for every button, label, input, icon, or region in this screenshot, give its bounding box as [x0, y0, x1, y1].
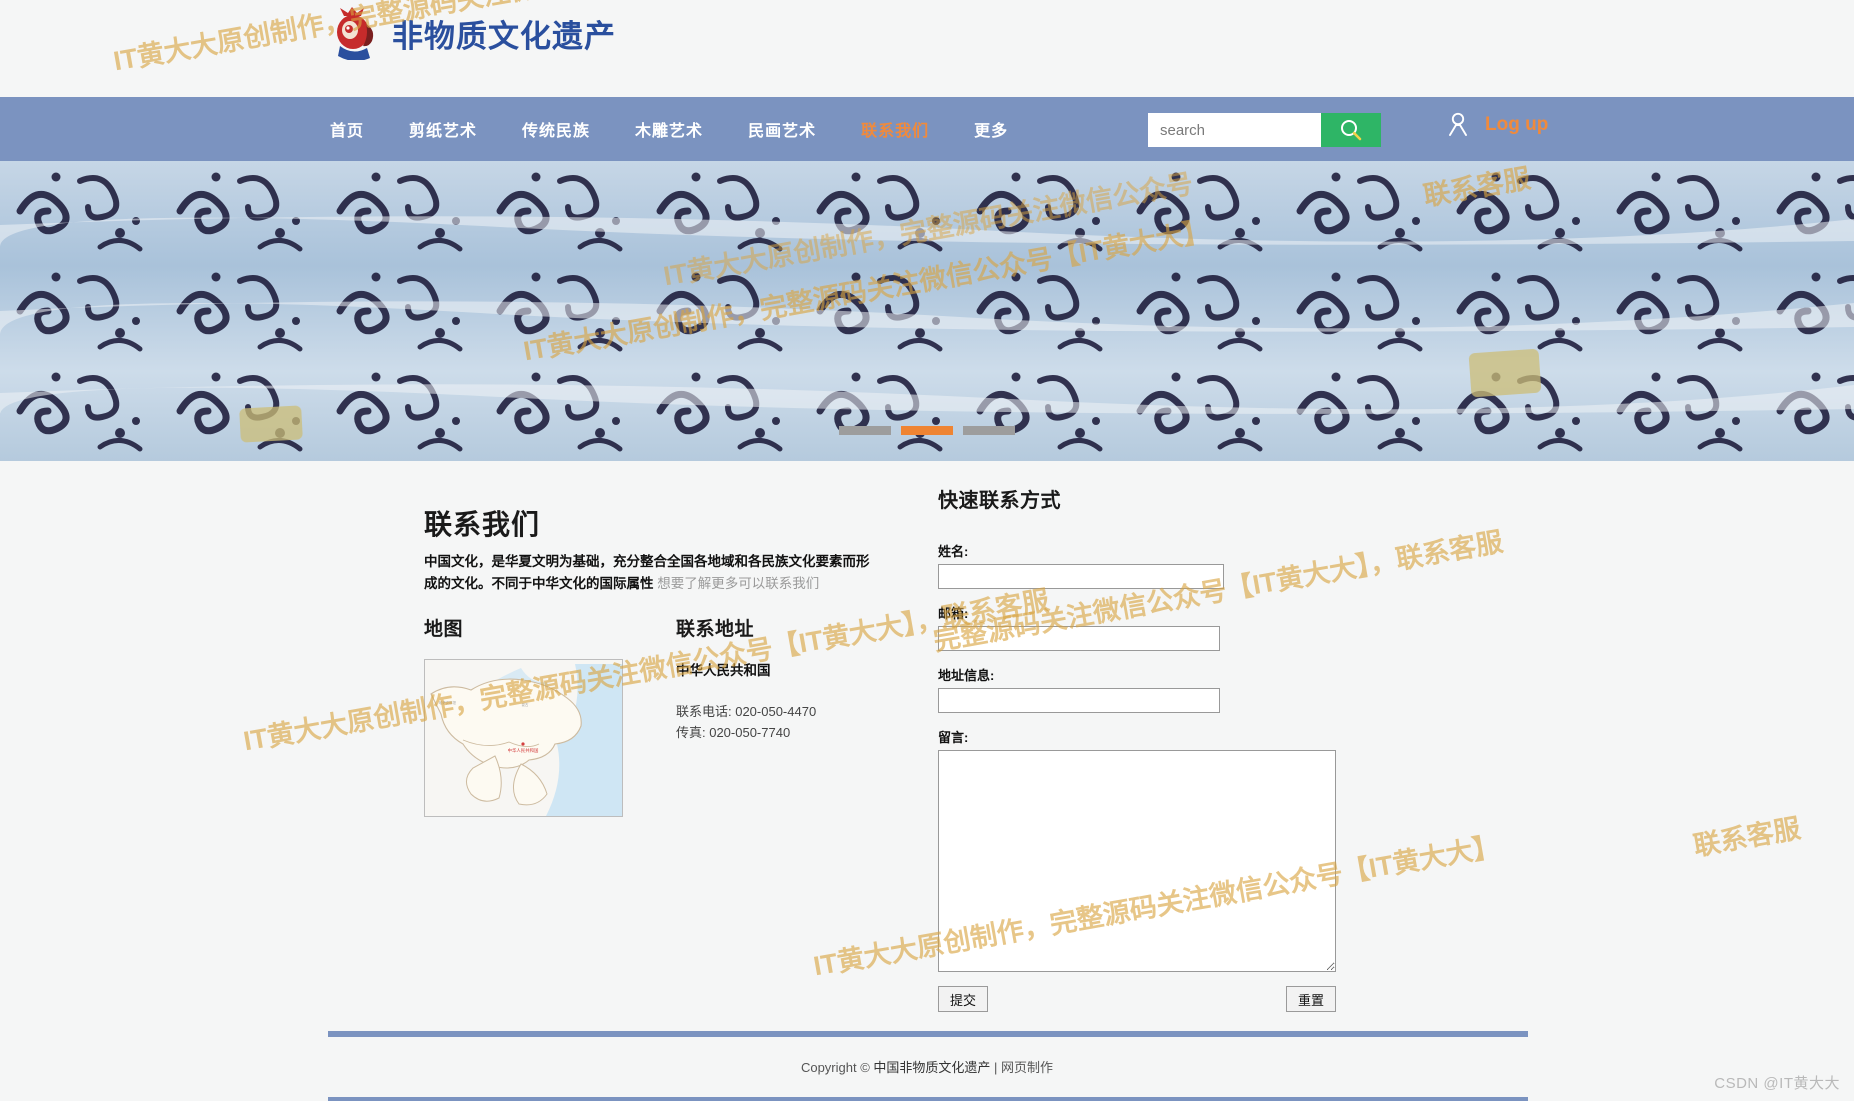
form-title: 快速联系方式 [938, 490, 1061, 512]
footer-copyright: Copyright © 中国非物质文化遗产 | 网页制作 [0, 1057, 1854, 1076]
nav-item-paper-cut[interactable]: 剪纸艺术 [409, 117, 477, 141]
account-area: Log up [1443, 110, 1548, 140]
email-input[interactable] [938, 626, 1220, 651]
hero-banner [0, 161, 1854, 461]
footer-credit-link[interactable]: 网页制作 [1001, 1060, 1053, 1075]
hero-batik-image [0, 161, 1854, 461]
svg-text:蒙古: 蒙古 [522, 702, 529, 707]
address-phone: 联系电话: 020-050-4470 [676, 704, 817, 719]
footer-divider-bottom [328, 1097, 1528, 1101]
address-section-title: 联系地址 [676, 619, 755, 640]
contact-form: 快速联系方式 姓名: 邮箱: 地址信息: 留言: 提交 重置 [938, 484, 1336, 1014]
intro-muted-text: 想要了解更多可以联系我们 [657, 575, 820, 591]
nav-item-folk-painting[interactable]: 民画艺术 [748, 117, 816, 141]
address-country: 中华人民共和国 [676, 663, 771, 678]
map-image-box[interactable]: 中华人民共和国 哈萨克斯坦 蒙古 [424, 659, 623, 817]
nav-item-home[interactable]: 首页 [330, 117, 364, 141]
logo-text: 非物质文化遗产 [392, 18, 616, 55]
email-field-label: 邮箱: [938, 606, 969, 621]
page-footer: Copyright © 中国非物质文化遗产 | 网页制作 [0, 1021, 1854, 1101]
page-title: 联系我们 [424, 508, 541, 540]
intro-paragraph: 中国文化，是华夏文明为基础，充分整合全国各地域和各民族文化要素而形成的文化。不同… [424, 551, 876, 595]
user-icon[interactable] [1443, 110, 1473, 140]
main-content: 联系我们 中国文化，是华夏文明为基础，充分整合全国各地域和各民族文化要素而形成的… [0, 461, 1854, 1021]
address-field-label: 地址信息: [938, 668, 995, 683]
site-logo[interactable]: 非物质文化遗产 [332, 6, 616, 60]
message-textarea[interactable] [938, 750, 1336, 972]
search-input[interactable] [1148, 113, 1321, 147]
reset-button[interactable]: 重置 [1286, 986, 1336, 1012]
footer-divider-top [328, 1031, 1528, 1037]
nav-item-wood-carving[interactable]: 木雕艺术 [635, 117, 703, 141]
address-fax: 传真: 020-050-7740 [676, 725, 791, 740]
map-section-title: 地图 [424, 619, 464, 640]
csdn-watermark: CSDN @IT黄大大 [1714, 1075, 1840, 1092]
address-input[interactable] [938, 688, 1220, 713]
footer-site-name: 中国非物质文化遗产 [873, 1060, 991, 1075]
name-field-label: 姓名: [938, 544, 969, 559]
carousel-dot-1[interactable] [839, 426, 891, 435]
log-up-link[interactable]: Log up [1485, 114, 1548, 136]
search-icon [1341, 120, 1362, 141]
address-section: 联系地址 中华人民共和国 联系电话: 020-050-4470 传真: 020-… [676, 614, 816, 743]
map-section: 地图 中华人民共和国 哈萨克斯坦 蒙古 [424, 614, 623, 817]
mascot-icon [337, 7, 374, 60]
svg-text:中华人民共和国: 中华人民共和国 [508, 747, 539, 754]
logo-strip: 非物质文化遗产 [0, 0, 1854, 97]
carousel-dot-3[interactable] [963, 426, 1015, 435]
carousel-indicators [0, 426, 1854, 435]
nav-item-contact-us[interactable]: 联系我们 [861, 117, 929, 141]
name-input[interactable] [938, 564, 1224, 589]
submit-button[interactable]: 提交 [938, 986, 988, 1012]
footer-separator: | [990, 1060, 1002, 1075]
form-button-row: 提交 重置 [938, 986, 1336, 1014]
main-navbar: 首页 剪纸艺术 传统民族 木雕艺术 民画艺术 联系我们 更多 [0, 97, 1854, 161]
nav-item-traditional-ethnic[interactable]: 传统民族 [522, 117, 590, 141]
china-map-icon: 中华人民共和国 哈萨克斯坦 蒙古 [425, 660, 622, 816]
nav-item-list: 首页 剪纸艺术 传统民族 木雕艺术 民画艺术 联系我们 更多 [330, 97, 1008, 161]
page-root: 非物质文化遗产 首页 剪纸艺术 传统民族 木雕艺术 民画艺术 联系我们 更多 L… [0, 0, 1854, 1101]
nav-item-more[interactable]: 更多 [974, 117, 1008, 141]
svg-text:哈萨克斯坦: 哈萨克斯坦 [439, 700, 457, 705]
carousel-dot-2[interactable] [901, 426, 953, 435]
copyright-prefix: Copyright © [800, 1060, 874, 1075]
message-field-label: 留言: [938, 730, 969, 745]
search-button[interactable] [1321, 113, 1381, 147]
search-box [1148, 113, 1381, 147]
